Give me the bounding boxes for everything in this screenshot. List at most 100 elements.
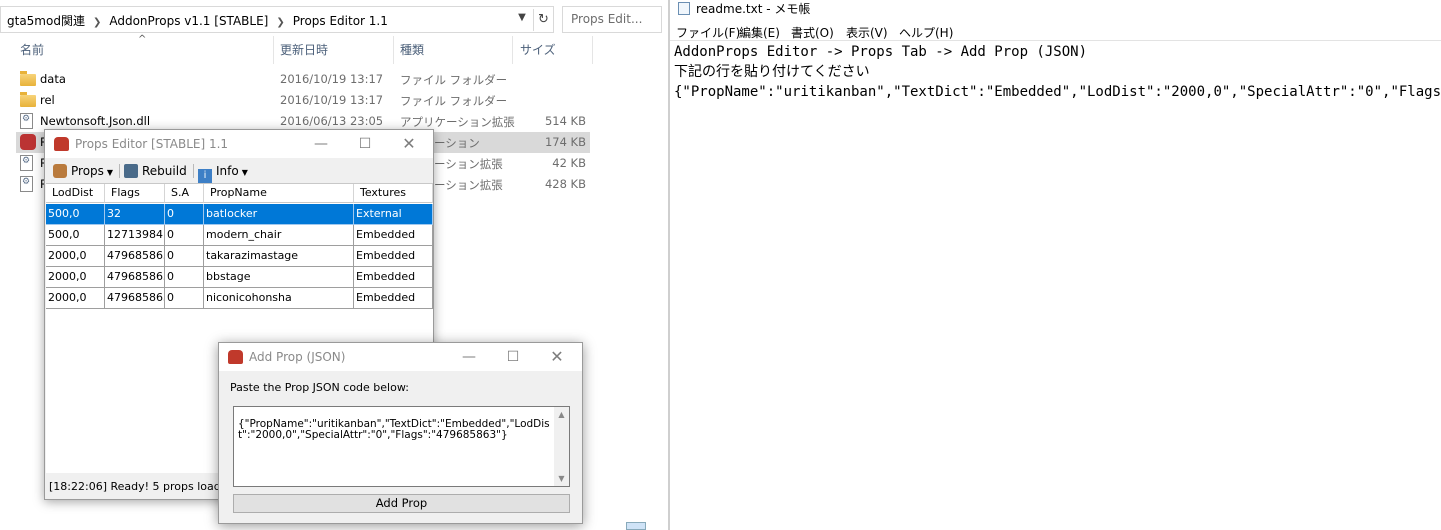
- file-size: 428 KB: [544, 177, 586, 191]
- file-name: Newtonsoft.Json.dll: [40, 114, 151, 128]
- grid-row[interactable]: 500,0 32 0 batlocker External: [46, 204, 433, 225]
- file-row[interactable]: rel 2016/10/19 13:17 ファイル フォルダー: [16, 90, 590, 111]
- notepad-title: readme.txt - メモ帳: [696, 2, 811, 16]
- sort-up-icon: ^: [138, 34, 147, 45]
- file-type: ーション拡張: [434, 178, 503, 192]
- folder-icon: [20, 71, 36, 86]
- minimize-icon[interactable]: —: [299, 132, 343, 156]
- breadcrumb-item[interactable]: Props Editor 1.1: [293, 14, 388, 28]
- file-type: ファイル フォルダー: [400, 73, 508, 87]
- save-icon: [124, 164, 138, 178]
- column-divider[interactable]: [393, 36, 394, 64]
- grid-header-sa[interactable]: S.A: [165, 184, 204, 203]
- props-toolbar: Props ▼ Rebuild i Info ▼: [45, 159, 433, 183]
- column-divider[interactable]: [512, 36, 513, 64]
- info-menu-button[interactable]: i Info ▼: [198, 162, 248, 183]
- cell-sa: 0: [165, 288, 204, 309]
- dll-file-icon: [20, 176, 33, 192]
- notepad-text-area[interactable]: AddonProps Editor -> Props Tab -> Add Pr…: [674, 42, 1441, 102]
- notepad-window: readme.txt - メモ帳 ファイル(F) 編集(E) 書式(O) 表示(…: [670, 0, 1441, 530]
- textarea-scrollbar[interactable]: ▲ ▼: [554, 407, 569, 486]
- search-input[interactable]: Props Edit...: [562, 6, 662, 33]
- grid-row[interactable]: 2000,0 479685863 0 niconicohonsha Embedd…: [46, 288, 433, 309]
- file-row[interactable]: data 2016/10/19 13:17 ファイル フォルダー: [16, 69, 590, 90]
- notepad-icon: [678, 2, 690, 15]
- column-header-date[interactable]: 更新日時: [280, 36, 328, 64]
- cell-flags: 479685863: [105, 288, 165, 309]
- cell-sa: 0: [165, 246, 204, 267]
- file-name: rel: [40, 93, 55, 107]
- app-icon: [20, 134, 36, 150]
- grid-row[interactable]: 2000,0 479685863 0 takarazimastage Embed…: [46, 246, 433, 267]
- file-name: data: [40, 72, 66, 86]
- grid-header-propname[interactable]: PropName: [204, 184, 354, 203]
- scroll-down-icon[interactable]: ▼: [554, 474, 569, 483]
- text-line: {"PropName":"uritikanban","TextDict":"Em…: [674, 84, 1441, 100]
- menu-help[interactable]: ヘルプ(H): [899, 24, 953, 41]
- app-icon: [54, 137, 69, 151]
- file-size: 514 KB: [544, 114, 586, 128]
- menu-file[interactable]: ファイル(F): [676, 24, 740, 41]
- scroll-up-icon[interactable]: ▲: [554, 410, 569, 419]
- file-type: ファイル フォルダー: [400, 94, 508, 108]
- menu-format[interactable]: 書式(O): [791, 24, 834, 41]
- cell-flags: 479685863: [105, 246, 165, 267]
- column-header-type[interactable]: 種類: [400, 36, 424, 64]
- minimize-icon[interactable]: —: [447, 345, 491, 369]
- text-line: 下記の行を貼り付けてください: [674, 64, 870, 80]
- file-type: ーション: [434, 136, 480, 150]
- menu-edit[interactable]: 編集(E): [739, 24, 780, 41]
- grid-row[interactable]: 2000,0 479685863 0 bbstage Embedded: [46, 267, 433, 288]
- maximize-icon[interactable]: ☐: [491, 345, 535, 369]
- add-prop-title-bar[interactable]: Add Prop (JSON) — ☐ ✕: [219, 343, 582, 371]
- file-date: 2016/06/13 23:05: [280, 114, 384, 128]
- json-input[interactable]: {"PropName":"uritikanban","TextDict":"Em…: [233, 406, 570, 487]
- cell-flags: 479685863: [105, 267, 165, 288]
- cell-flags: 12713984: [105, 225, 165, 246]
- chevron-right-icon: ❯: [276, 17, 285, 28]
- rebuild-button[interactable]: Rebuild: [124, 162, 187, 180]
- column-divider[interactable]: [592, 36, 593, 64]
- add-prop-dialog: Add Prop (JSON) — ☐ ✕ Paste the Prop JSO…: [218, 342, 583, 524]
- cell-propname: takarazimastage: [204, 246, 354, 267]
- cell-propname: modern_chair: [204, 225, 354, 246]
- chair-icon: [53, 164, 67, 178]
- rebuild-label: Rebuild: [142, 164, 187, 178]
- cell-propname: niconicohonsha: [204, 288, 354, 309]
- props-editor-title-bar[interactable]: Props Editor [STABLE] 1.1 — ☐ ✕: [45, 130, 433, 158]
- chevron-down-icon[interactable]: ▼: [515, 12, 529, 23]
- close-icon[interactable]: ✕: [387, 132, 431, 156]
- chevron-down-icon: ▼: [106, 168, 114, 177]
- dialog-title: Add Prop (JSON): [249, 350, 346, 364]
- refresh-icon[interactable]: ↻: [533, 9, 553, 31]
- column-header-name[interactable]: 名前: [20, 36, 44, 64]
- cell-sa: 0: [165, 204, 204, 225]
- grid-header-textures[interactable]: Textures: [354, 184, 433, 203]
- props-menu-button[interactable]: Props ▼: [53, 162, 113, 180]
- file-date: 2016/10/19 13:17: [280, 93, 384, 107]
- json-prompt-label: Paste the Prop JSON code below:: [230, 381, 409, 394]
- grid-header-flags[interactable]: Flags: [105, 184, 165, 203]
- toolbar-separator: [119, 164, 120, 178]
- maximize-icon[interactable]: ☐: [343, 132, 387, 156]
- cell-loddist: 2000,0: [46, 267, 105, 288]
- address-bar[interactable]: gta5mod関連 ❯ AddonProps v1.1 [STABLE] ❯ Props…: [0, 6, 554, 33]
- column-divider[interactable]: [273, 36, 274, 64]
- grid-header-loddist[interactable]: LodDist: [46, 184, 105, 203]
- column-header-size[interactable]: サイズ: [520, 36, 556, 64]
- menu-view[interactable]: 表示(V): [846, 24, 888, 41]
- cell-textures: Embedded: [354, 246, 433, 267]
- breadcrumb-item[interactable]: AddonProps v1.1 [STABLE]: [109, 14, 268, 28]
- cell-propname: batlocker: [204, 204, 354, 225]
- cell-flags: 32: [105, 204, 165, 225]
- close-icon[interactable]: ✕: [535, 345, 579, 369]
- grid-row[interactable]: 500,0 12713984 0 modern_chair Embedded: [46, 225, 433, 246]
- notepad-menu-bar: ファイル(F) 編集(E) 書式(O) 表示(V) ヘルプ(H): [670, 21, 1441, 41]
- info-icon: i: [198, 169, 212, 183]
- add-prop-button[interactable]: Add Prop: [233, 494, 570, 513]
- breadcrumb-item[interactable]: gta5mod関連: [7, 14, 85, 28]
- cell-textures: Embedded: [354, 288, 433, 309]
- cell-propname: bbstage: [204, 267, 354, 288]
- file-type: ーション拡張: [434, 157, 503, 171]
- cell-textures: Embedded: [354, 267, 433, 288]
